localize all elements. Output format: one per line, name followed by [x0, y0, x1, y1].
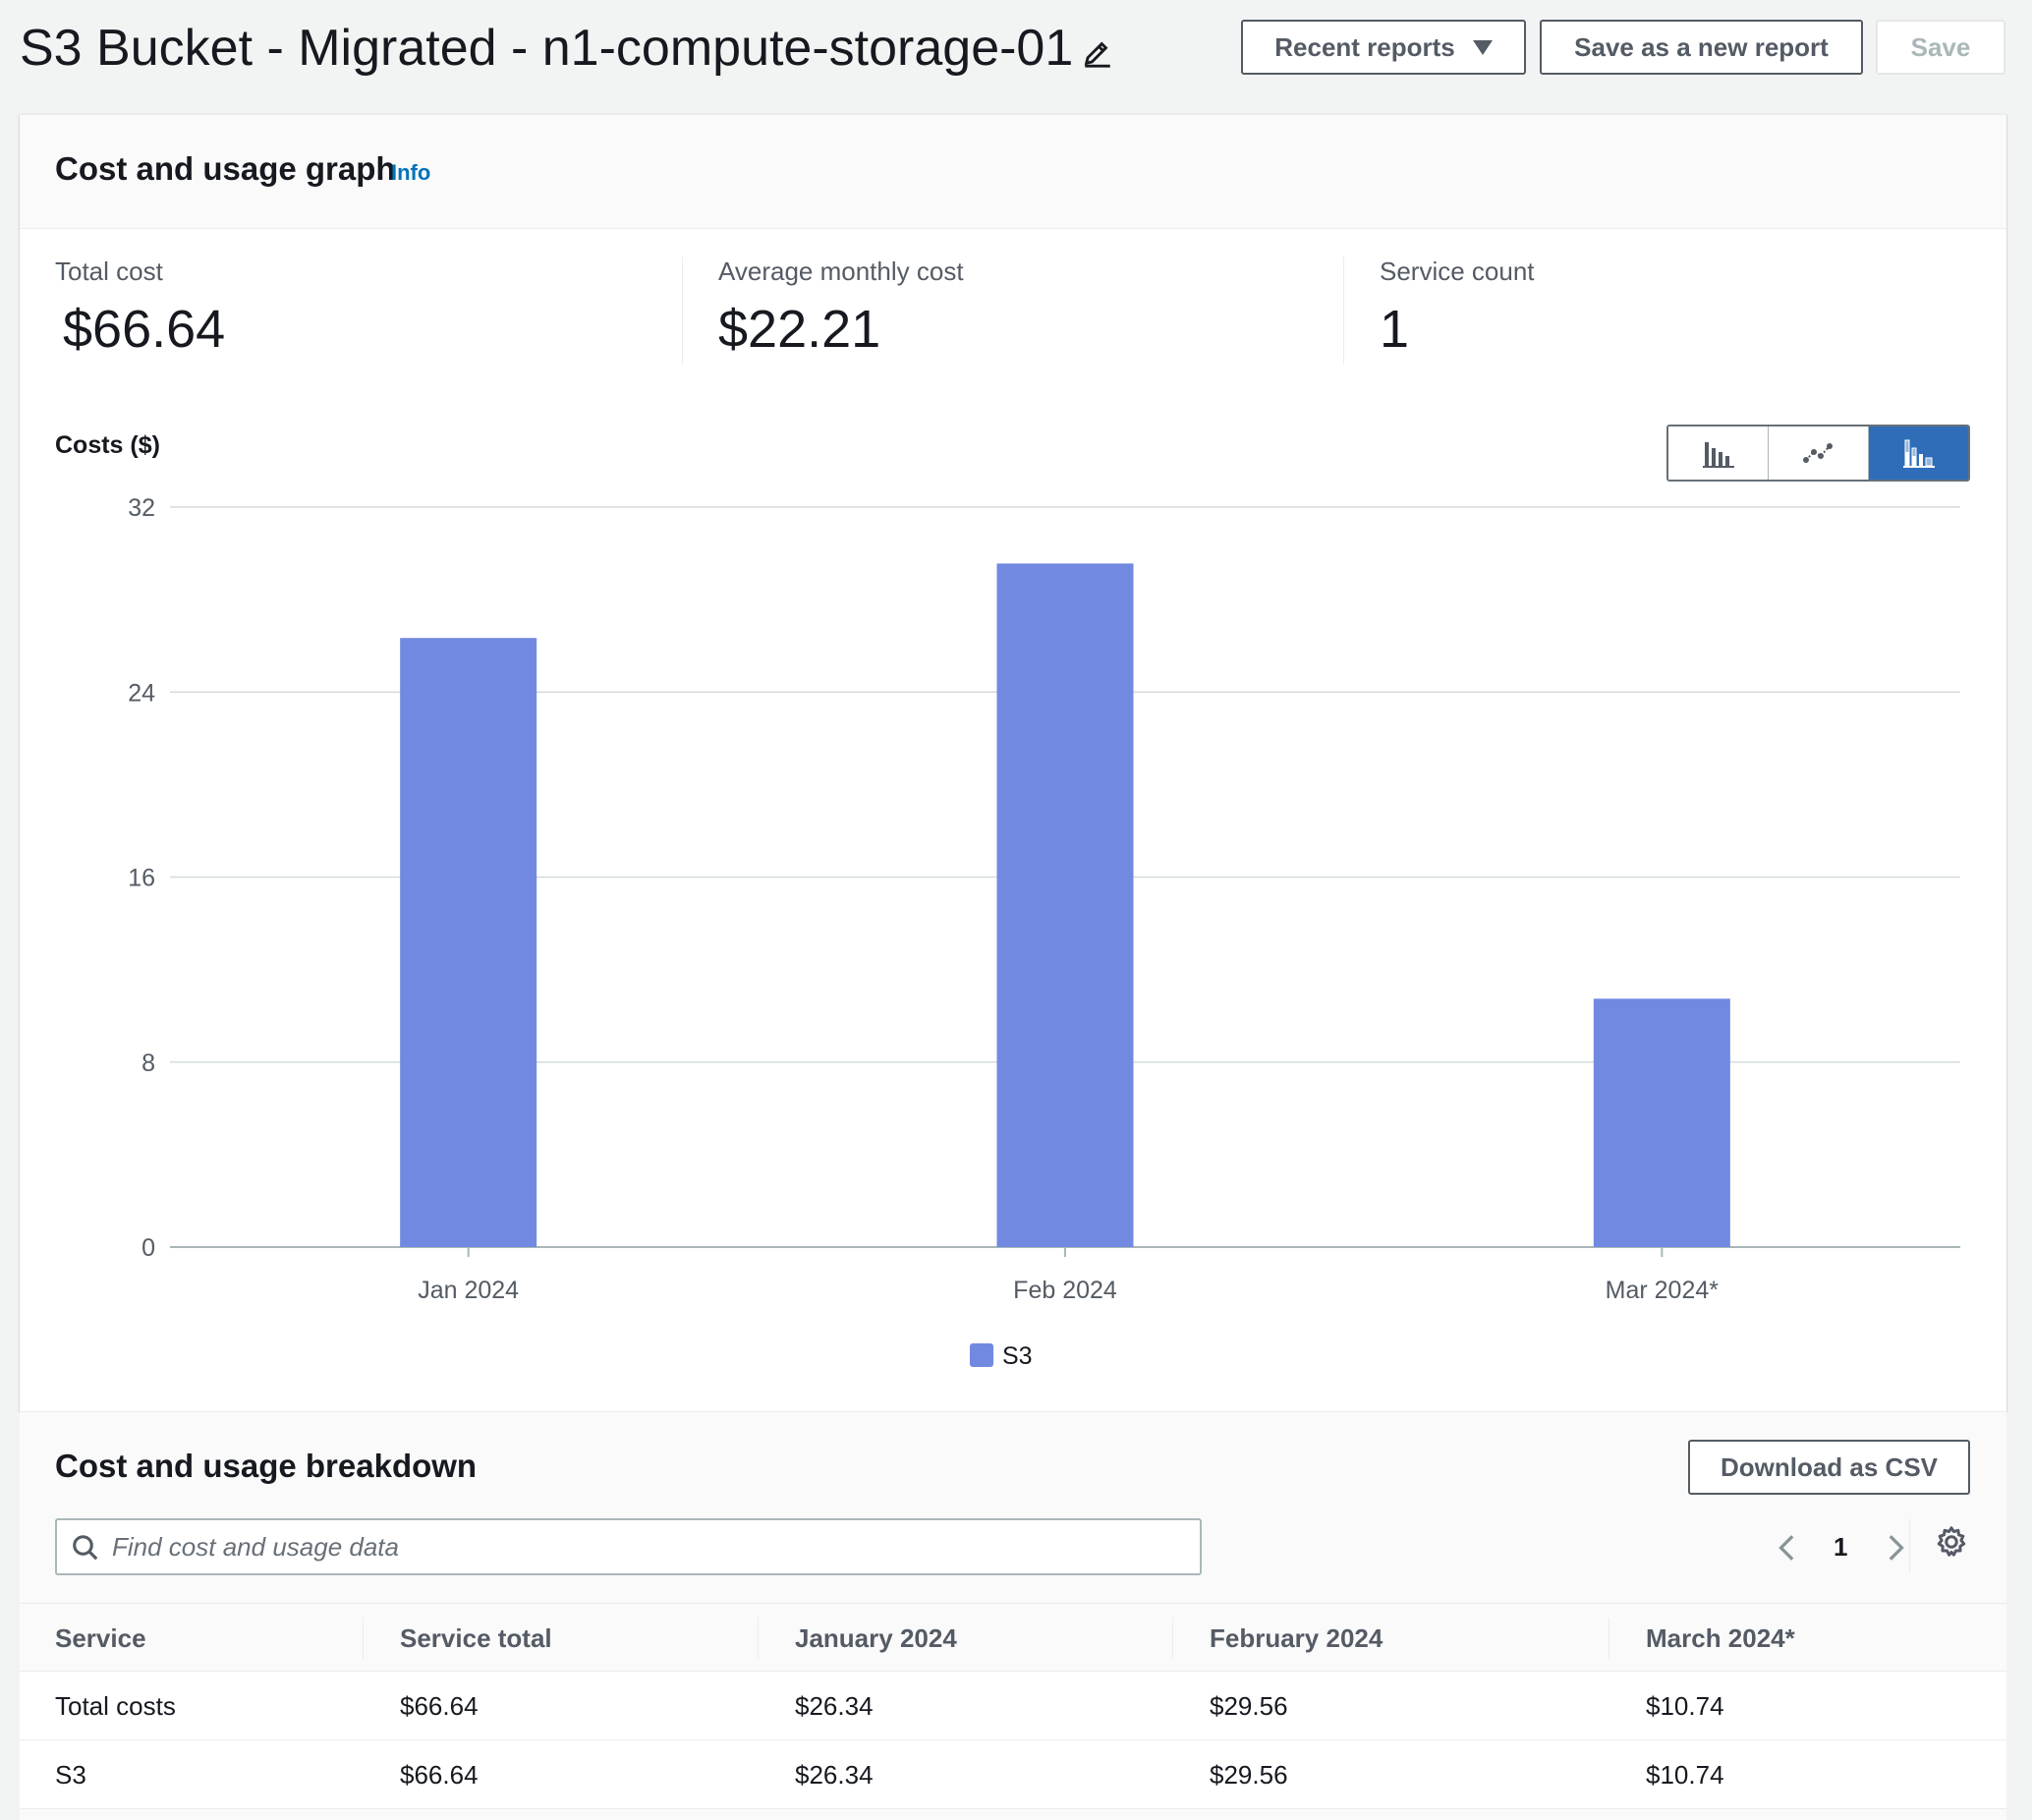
y-tick-label: 32 [128, 494, 155, 522]
table-cell: $29.56 [1210, 1760, 1288, 1790]
table-row: S3 $66.64 $26.34 $29.56 $10.74 [20, 1740, 2006, 1809]
x-tick-label: Feb 2024 [1013, 1277, 1117, 1304]
y-tick-label: 0 [141, 1234, 155, 1262]
column-header[interactable]: February 2024 [1210, 1604, 1383, 1673]
table-cell: $29.56 [1210, 1691, 1288, 1721]
breakdown-table: Service Service total January 2024 Febru… [20, 1603, 2006, 1809]
chevron-right-icon[interactable] [1883, 1532, 1908, 1564]
breakdown-title: Cost and usage breakdown [55, 1448, 478, 1484]
column-header[interactable]: March 2024* [1646, 1604, 1795, 1673]
download-csv-button[interactable]: Download as CSV [1688, 1440, 1970, 1495]
column-divider[interactable] [758, 1618, 759, 1659]
table-cell: $66.64 [400, 1760, 479, 1790]
save-as-new-report-button[interactable]: Save as a new report [1540, 20, 1863, 75]
page-header: S3 Bucket - Migrated - n1-compute-storag… [0, 0, 2032, 114]
table-cell: $10.74 [1646, 1760, 1724, 1790]
search-input[interactable] [112, 1520, 1173, 1573]
cost-bar-chart: 0 8 16 24 32 Jan 2024 Feb 2024 Mar 2024* S3 [128, 494, 1960, 1370]
column-header[interactable]: Service [55, 1604, 146, 1673]
divider [1909, 1518, 1910, 1573]
page-title: S3 Bucket - Migrated - n1-compute-storag… [20, 20, 1074, 77]
y-tick-label: 16 [128, 865, 155, 892]
edit-pencil-icon[interactable] [1081, 35, 1114, 69]
table-cell: $66.64 [400, 1691, 479, 1721]
y-tick-label: 24 [128, 679, 155, 707]
search-icon [73, 1535, 98, 1561]
legend-label: S3 [1002, 1342, 1033, 1370]
recent-reports-dropdown[interactable]: Recent reports [1241, 20, 1526, 75]
cost-usage-graph-panel: Cost and usage graph Info Total cost $66… [20, 114, 2006, 1411]
table-row: Total costs $66.64 $26.34 $29.56 $10.74 [20, 1672, 2006, 1740]
caret-down-icon [1472, 39, 1493, 55]
table-cell: $10.74 [1646, 1691, 1724, 1721]
table-cell: $26.34 [795, 1760, 874, 1790]
table-cell: S3 [55, 1760, 86, 1790]
cost-usage-breakdown-panel: Cost and usage breakdown Download as CSV… [20, 1411, 2006, 1820]
x-tick-label: Jan 2024 [418, 1277, 519, 1304]
legend-swatch [970, 1343, 993, 1367]
search-field [55, 1518, 1202, 1575]
column-divider[interactable] [363, 1618, 364, 1659]
column-divider[interactable] [1172, 1618, 1173, 1659]
page-number[interactable]: 1 [1834, 1532, 1847, 1563]
column-header[interactable]: Service total [400, 1604, 552, 1673]
recent-reports-label: Recent reports [1274, 31, 1455, 62]
chevron-left-icon[interactable] [1775, 1532, 1800, 1564]
y-tick-label: 8 [141, 1050, 155, 1077]
save-button[interactable]: Save [1876, 20, 2005, 75]
table-header: Service Service total January 2024 Febru… [20, 1603, 2006, 1672]
bar-mar-2024 [1593, 998, 1730, 1247]
bar-feb-2024 [996, 563, 1134, 1247]
column-header[interactable]: January 2024 [795, 1604, 957, 1673]
pagination: 1 [1765, 1522, 1932, 1571]
x-tick-label: Mar 2024* [1606, 1277, 1720, 1304]
gear-icon[interactable] [1934, 1524, 1969, 1560]
table-cell: Total costs [55, 1691, 176, 1721]
table-cell: $26.34 [795, 1691, 874, 1721]
bar-jan-2024 [400, 638, 537, 1247]
